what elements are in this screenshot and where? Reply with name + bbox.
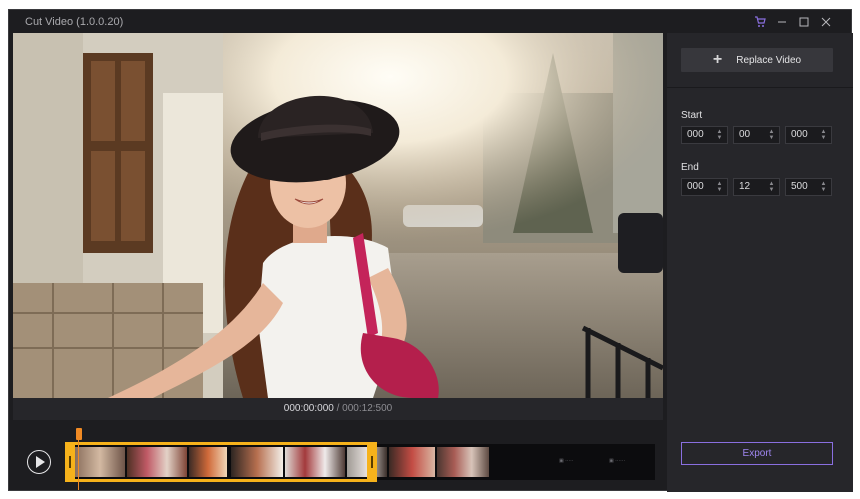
titlebar: Cut Video (1.0.0.20) xyxy=(9,10,851,33)
video-preview[interactable] xyxy=(13,33,663,398)
start-minutes-input[interactable]: 000 ▲ ▼ xyxy=(681,126,728,144)
total-time: 000:12:500 xyxy=(342,403,393,414)
trim-selection[interactable] xyxy=(65,442,377,482)
start-seconds-input[interactable]: 00 ▲ ▼ xyxy=(733,126,780,144)
spinner-arrows-icon[interactable]: ▲ ▼ xyxy=(768,129,775,141)
start-milliseconds-value: 000 xyxy=(791,129,808,140)
app-window: Cut Video (1.0.0.20) 000:00:000 / 000:12… xyxy=(8,9,853,492)
replace-video-label: Replace Video xyxy=(736,54,802,66)
start-minutes-value: 000 xyxy=(687,129,704,140)
close-icon[interactable] xyxy=(817,13,835,31)
start-seconds-value: 00 xyxy=(739,129,751,140)
divider xyxy=(667,87,853,88)
timeline: ▣ ····· ▣ ······ xyxy=(13,420,663,490)
time-display: 000:00:000 / 000:12:500 xyxy=(13,398,663,420)
maximize-icon[interactable] xyxy=(795,13,813,31)
spinner-arrows-icon[interactable]: ▲ ▼ xyxy=(820,129,827,141)
playhead-handle[interactable] xyxy=(76,428,82,440)
end-milliseconds-value: 500 xyxy=(791,181,808,192)
end-seconds-input[interactable]: 12 ▲ ▼ xyxy=(733,178,780,196)
end-seconds-value: 12 xyxy=(739,181,751,192)
export-button[interactable]: Export xyxy=(681,442,833,465)
video-frame-image xyxy=(13,33,663,398)
filmstrip-frame xyxy=(389,447,435,477)
start-milliseconds-input[interactable]: 000 ▲ ▼ xyxy=(785,126,832,144)
export-label: Export xyxy=(742,448,772,459)
spinner-arrows-icon[interactable]: ▲ ▼ xyxy=(716,129,723,141)
filmstrip-frame xyxy=(437,447,489,477)
settings-panel: + Replace Video Start 000 ▲ ▼ 00 ▲ ▼ 000 ▲… xyxy=(667,33,853,492)
spinner-arrows-icon[interactable]: ▲ ▼ xyxy=(768,181,775,193)
spinner-arrows-icon[interactable]: ▲ ▼ xyxy=(716,181,723,193)
current-time: 000:00:000 xyxy=(283,403,334,414)
end-label: End xyxy=(681,162,699,173)
end-minutes-input[interactable]: 000 ▲ ▼ xyxy=(681,178,728,196)
window-title: Cut Video (1.0.0.20) xyxy=(25,16,124,28)
filmstrip-watermark: ▣ ······ xyxy=(609,458,626,464)
replace-video-button[interactable]: + Replace Video xyxy=(681,48,833,72)
cart-icon[interactable] xyxy=(751,13,769,31)
plus-icon: + xyxy=(712,51,723,68)
time-separator: / xyxy=(333,403,343,414)
end-minutes-value: 000 xyxy=(687,181,704,192)
end-milliseconds-input[interactable]: 500 ▲ ▼ xyxy=(785,178,832,196)
trim-start-handle[interactable] xyxy=(65,442,75,482)
minimize-icon[interactable] xyxy=(773,13,791,31)
filmstrip-watermark: ▣ ····· xyxy=(559,458,574,464)
spinner-arrows-icon[interactable]: ▲ ▼ xyxy=(820,181,827,193)
play-icon[interactable] xyxy=(27,450,51,474)
start-label: Start xyxy=(681,110,703,121)
trim-end-handle[interactable] xyxy=(367,442,377,482)
